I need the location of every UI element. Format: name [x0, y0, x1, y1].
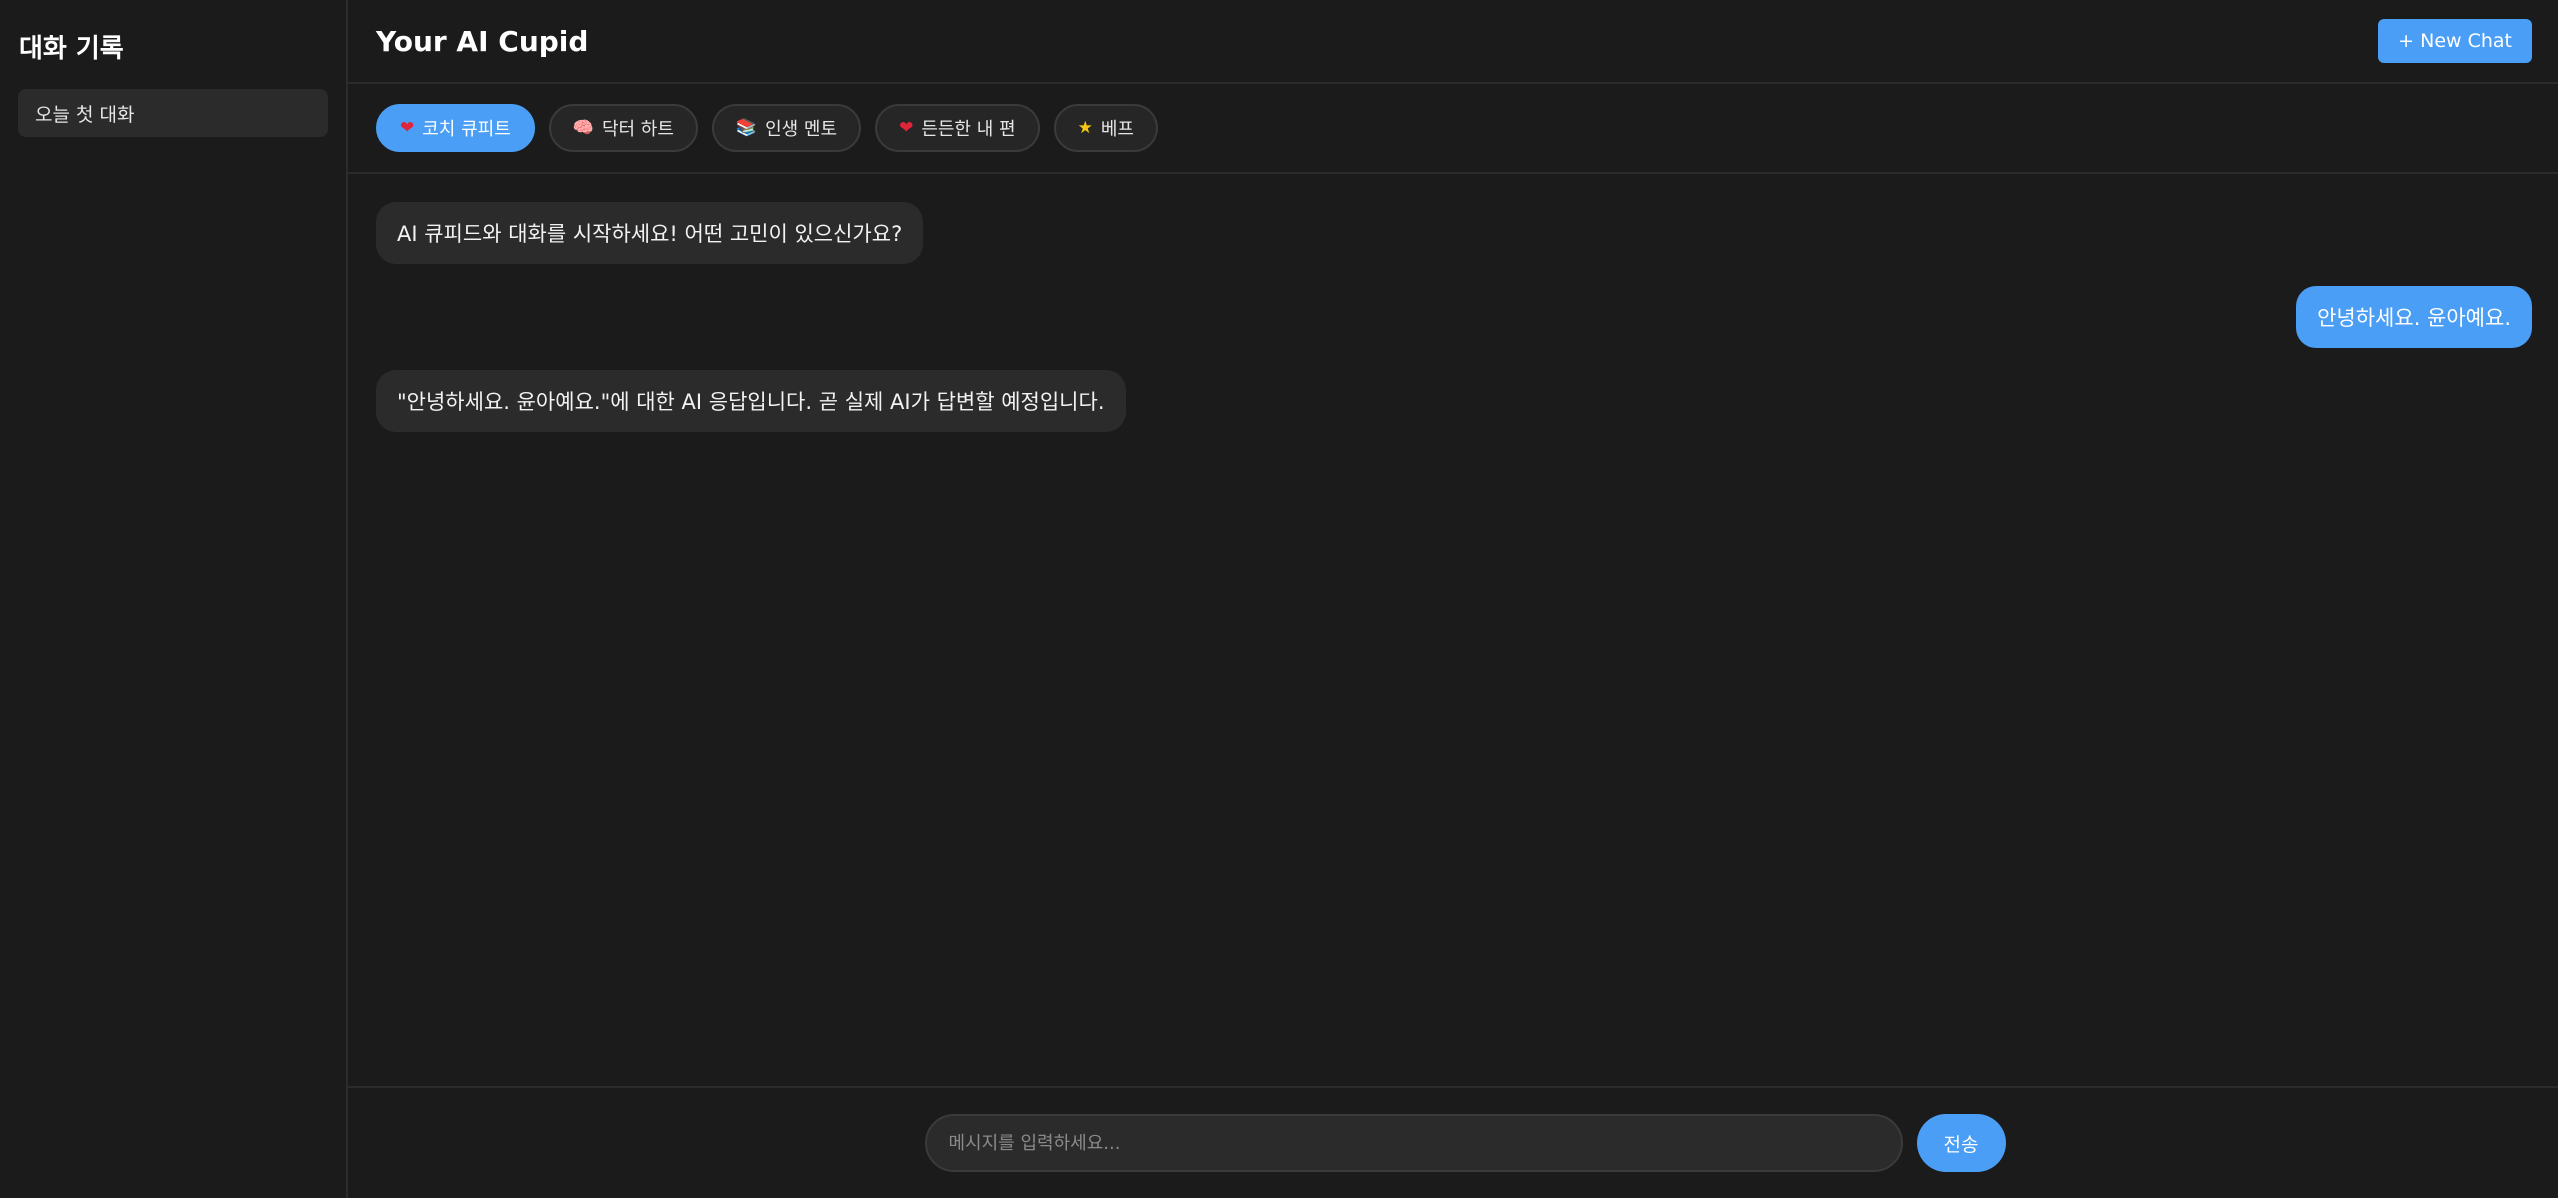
history-item[interactable]: 오늘 첫 대화: [18, 89, 328, 137]
persona-label: 인생 멘토: [765, 119, 838, 140]
send-button[interactable]: 전송: [1916, 1114, 2006, 1172]
ai-message: AI 큐피드와 대화를 시작하세요! 어떤 고민이 있으신가요?: [376, 202, 924, 264]
page-title: Your AI Cupid: [376, 24, 589, 58]
history-item-label: 오늘 첫 대화: [35, 103, 135, 126]
new-chat-button[interactable]: + New Chat: [2378, 19, 2532, 63]
sidebar: 대화 기록 오늘 첫 대화: [0, 0, 348, 1198]
app-root: 대화 기록 오늘 첫 대화 Your AI Cupid + New Chat ❤…: [0, 0, 2558, 1198]
books-icon: 📚: [735, 117, 758, 138]
persona-label: 닥터 하트: [601, 119, 674, 140]
heart-icon: ❤: [400, 117, 415, 138]
persona-label: 코치 큐피트: [422, 119, 511, 140]
persona-best-friend[interactable]: ★ 베프: [1053, 104, 1158, 152]
main-panel: Your AI Cupid + New Chat ❤ 코치 큐피트 🧠 닥터 하…: [348, 0, 2558, 1198]
persona-bar: ❤ 코치 큐피트 🧠 닥터 하트 📚 인생 멘토 ❤ 든든한 내 편 ★ 베프: [348, 84, 2558, 174]
persona-coach-cupid[interactable]: ❤ 코치 큐피트: [376, 104, 535, 152]
message-input[interactable]: [924, 1114, 1903, 1172]
heart-icon: ❤: [899, 117, 914, 138]
ai-message: "안녕하세요. 윤아예요."에 대한 AI 응답입니다. 곧 실제 AI가 답변…: [376, 370, 1126, 432]
brain-icon: 🧠: [572, 117, 594, 138]
persona-label: 베프: [1100, 119, 1134, 140]
star-icon: ★: [1077, 117, 1093, 138]
chat-area: AI 큐피드와 대화를 시작하세요! 어떤 고민이 있으신가요? 안녕하세요. …: [348, 174, 2558, 1086]
header: Your AI Cupid + New Chat: [348, 0, 2558, 84]
persona-doctor-heart[interactable]: 🧠 닥터 하트: [548, 104, 698, 152]
persona-label: 든든한 내 편: [921, 119, 1016, 140]
persona-my-supporter[interactable]: ❤ 든든한 내 편: [875, 104, 1040, 152]
user-message: 안녕하세요. 윤아예요.: [2296, 286, 2532, 348]
sidebar-title: 대화 기록: [19, 34, 124, 64]
persona-life-mentor[interactable]: 📚 인생 멘토: [711, 104, 862, 152]
composer: 전송: [348, 1086, 2558, 1198]
